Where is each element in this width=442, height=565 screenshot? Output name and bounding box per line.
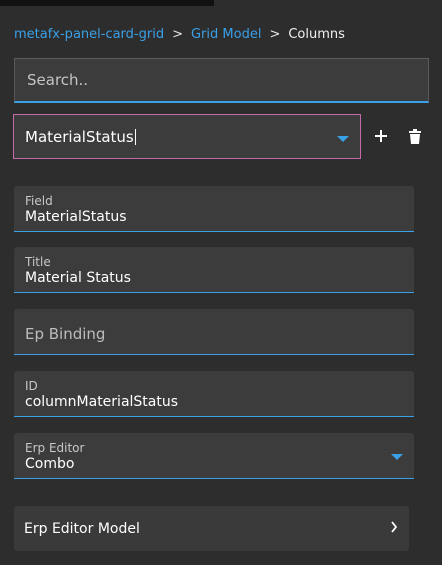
add-column-button[interactable] — [370, 125, 392, 147]
title-input[interactable]: Title Material Status — [14, 247, 414, 293]
ep-binding-placeholder: Ep Binding — [25, 325, 106, 343]
caret-down-icon — [391, 454, 403, 460]
erp-editor-select[interactable]: Erp Editor Combo — [14, 433, 414, 479]
top-bar — [0, 0, 214, 6]
delete-column-button[interactable] — [404, 125, 426, 147]
breadcrumb: metafx-panel-card-grid > Grid Model > Co… — [14, 24, 345, 44]
erp-editor-model-panel[interactable]: Erp Editor Model — [14, 506, 409, 551]
caret-down-icon — [337, 136, 349, 142]
field-value: MaterialStatus — [25, 209, 127, 225]
text-cursor — [134, 128, 136, 145]
column-select-value: MaterialStatus — [25, 127, 134, 146]
search-input[interactable]: Search.. — [14, 58, 429, 103]
trash-icon — [409, 128, 421, 144]
erp-editor-model-title: Erp Editor Model — [24, 520, 140, 537]
plus-icon — [375, 130, 387, 142]
erp-editor-value: Combo — [25, 456, 75, 472]
breadcrumb-separator: > — [269, 26, 281, 42]
breadcrumb-item-panel-card-grid[interactable]: metafx-panel-card-grid — [14, 27, 164, 42]
id-input[interactable]: ID columnMaterialStatus — [14, 371, 414, 417]
breadcrumb-item-grid-model[interactable]: Grid Model — [191, 27, 261, 42]
search-placeholder: Search.. — [27, 71, 89, 89]
breadcrumb-separator: > — [172, 26, 183, 42]
column-select[interactable]: MaterialStatus — [13, 114, 361, 159]
title-value: Material Status — [25, 270, 131, 286]
chevron-right-icon — [391, 521, 398, 533]
breadcrumb-current-columns: Columns — [288, 26, 345, 42]
erp-editor-label: Erp Editor — [25, 441, 85, 455]
field-input[interactable]: Field MaterialStatus — [14, 186, 414, 232]
id-label: ID — [25, 379, 38, 393]
field-label: Field — [25, 194, 53, 208]
ep-binding-input[interactable]: Ep Binding — [14, 309, 414, 355]
id-value: columnMaterialStatus — [25, 394, 179, 410]
title-label: Title — [25, 255, 51, 269]
